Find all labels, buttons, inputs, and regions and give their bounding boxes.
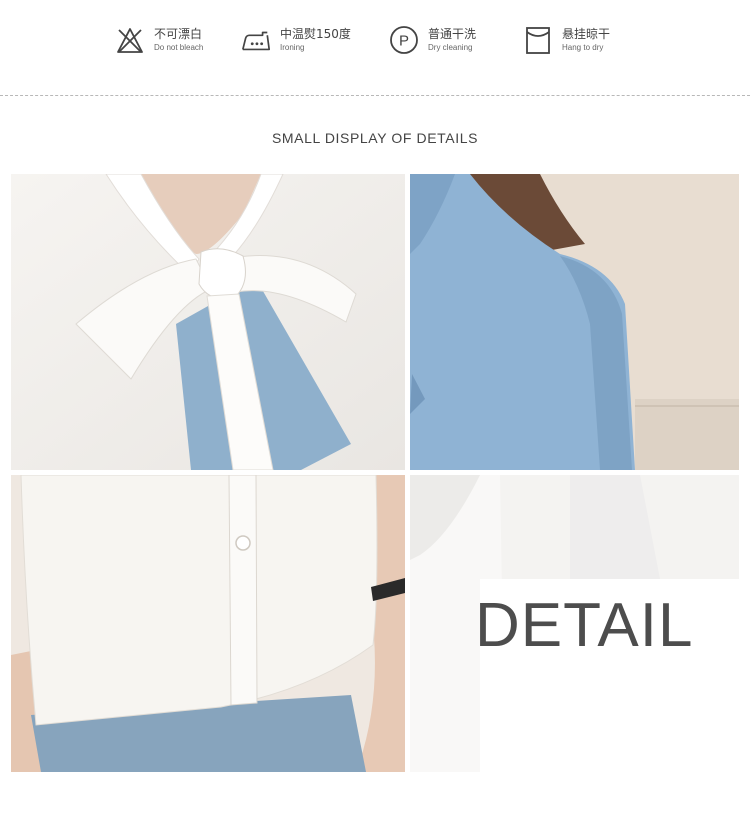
care-label-zh: 中温熨150度 — [280, 27, 351, 41]
dashed-divider — [0, 95, 750, 96]
detail-heading: DETAIL — [475, 591, 694, 660]
hang-dry-icon — [522, 24, 554, 56]
photo-bow-collar — [11, 174, 405, 470]
care-label-en: Hang to dry — [562, 43, 604, 52]
care-label-zh: 不可漂白 — [154, 27, 203, 41]
care-label-zh: 普通干洗 — [428, 27, 477, 41]
dry-clean-icon: P — [388, 24, 420, 56]
care-label-en: Ironing — [280, 43, 305, 52]
care-instructions: 不可漂白 Do not bleach 中温熨150度 Ironing P 普通干… — [0, 0, 750, 90]
care-label-zh: 悬挂晾干 — [562, 27, 611, 41]
care-label-en: Dry cleaning — [428, 43, 473, 52]
care-item-dry-cleaning: P 普通干洗 Dry cleaning — [388, 22, 476, 58]
photo-button-placket — [11, 475, 405, 772]
no-bleach-icon — [114, 24, 146, 56]
care-item-hang-dry: 悬挂晾干 Hang to dry — [522, 22, 610, 58]
care-item-ironing: 中温熨150度 Ironing — [240, 22, 351, 58]
svg-text:P: P — [399, 33, 409, 50]
photo-blue-shoulder — [410, 174, 739, 470]
care-label-en: Do not bleach — [154, 43, 204, 52]
section-title: SMALL DISPLAY OF DETAILS — [271, 130, 479, 146]
iron-icon — [240, 24, 272, 56]
care-item-no-bleach: 不可漂白 Do not bleach — [114, 22, 203, 58]
